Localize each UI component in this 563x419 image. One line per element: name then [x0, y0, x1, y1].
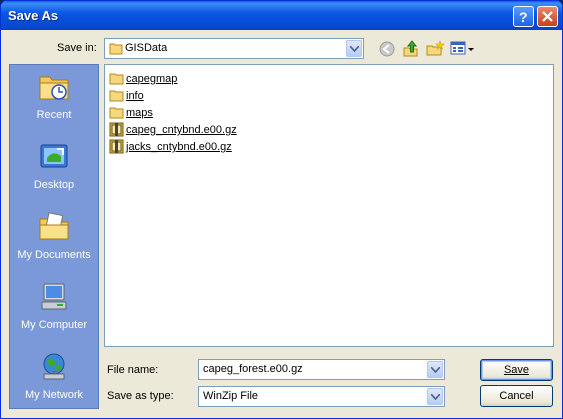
place-recent[interactable]: Recent [10, 65, 98, 133]
my-computer-icon [41, 283, 67, 310]
folder-icon [109, 107, 124, 119]
winzip-file-icon [109, 122, 124, 137]
save-in-combo[interactable]: GISData [104, 38, 364, 59]
save-as-type-label: Save as type: [107, 390, 174, 402]
help-icon: ? [519, 9, 528, 25]
places-bar: Recent Desktop My Documents My Computer … [9, 64, 99, 409]
title-bar[interactable]: Save As ? [1, 1, 562, 30]
cancel-button[interactable]: Cancel [480, 385, 553, 407]
views-icon [450, 41, 474, 55]
file-name: info [126, 90, 144, 102]
back-arrow-icon [379, 41, 395, 57]
close-icon [542, 11, 553, 22]
save-in-dropdown-arrow[interactable] [346, 40, 362, 57]
place-label: My Documents [17, 249, 91, 261]
winzip-file-icon [109, 139, 124, 154]
views-menu-button[interactable] [449, 39, 475, 59]
my-documents-icon [39, 212, 69, 240]
file-name: maps [126, 107, 153, 119]
help-button[interactable]: ? [513, 6, 534, 27]
file-name-label: File name: [107, 364, 159, 376]
place-desktop[interactable]: Desktop [10, 135, 98, 203]
save-button[interactable]: Save [480, 359, 553, 381]
place-label: My Computer [20, 319, 88, 331]
recent-folder-icon [39, 76, 69, 100]
close-button[interactable] [537, 6, 558, 27]
place-my-network[interactable]: My Network [10, 345, 98, 413]
my-network-icon [43, 353, 65, 380]
place-label: Recent [36, 109, 72, 121]
up-folder-icon [403, 40, 418, 57]
file-name-field[interactable]: capeg_forest.e00.gz [198, 359, 445, 380]
chevron-down-icon [350, 46, 359, 52]
save-in-label: Save in: [57, 42, 97, 54]
folder-icon [109, 73, 124, 85]
chevron-down-icon [431, 394, 440, 400]
place-my-computer[interactable]: My Computer [10, 275, 98, 343]
save-as-type-value: WinZip File [203, 390, 259, 402]
save-as-type-combo[interactable]: WinZip File [198, 386, 445, 407]
place-my-documents[interactable]: My Documents [10, 205, 98, 273]
svg-text:?: ? [519, 9, 528, 25]
new-folder-button[interactable] [425, 39, 445, 59]
save-button-label: Save [503, 364, 530, 376]
file-list[interactable]: capegmap info maps capeg_cntybnd.e00.gz … [104, 64, 554, 347]
folder-icon [109, 90, 124, 102]
new-folder-icon [426, 40, 445, 56]
desktop-icon [40, 144, 68, 168]
folder-icon [109, 43, 123, 55]
file-name: capegmap [126, 73, 178, 85]
file-name-value: capeg_forest.e00.gz [203, 363, 303, 375]
save-as-type-dropdown-arrow[interactable] [427, 388, 443, 405]
place-label: Desktop [33, 179, 75, 191]
save-as-dialog: Save As ? Save in: GISData Recent Deskto… [0, 0, 563, 419]
file-name: capeg_cntybnd.e00.gz [126, 124, 237, 136]
chevron-down-icon [431, 367, 440, 373]
back-button[interactable] [377, 39, 397, 59]
file-name: jacks_cntybnd.e00.gz [126, 141, 232, 153]
up-one-level-button[interactable] [401, 39, 421, 59]
place-label: My Network [24, 389, 84, 401]
window-title: Save As [8, 8, 59, 23]
cancel-button-label: Cancel [499, 390, 534, 402]
file-name-dropdown-arrow[interactable] [427, 361, 443, 378]
save-in-value: GISData [125, 42, 168, 54]
